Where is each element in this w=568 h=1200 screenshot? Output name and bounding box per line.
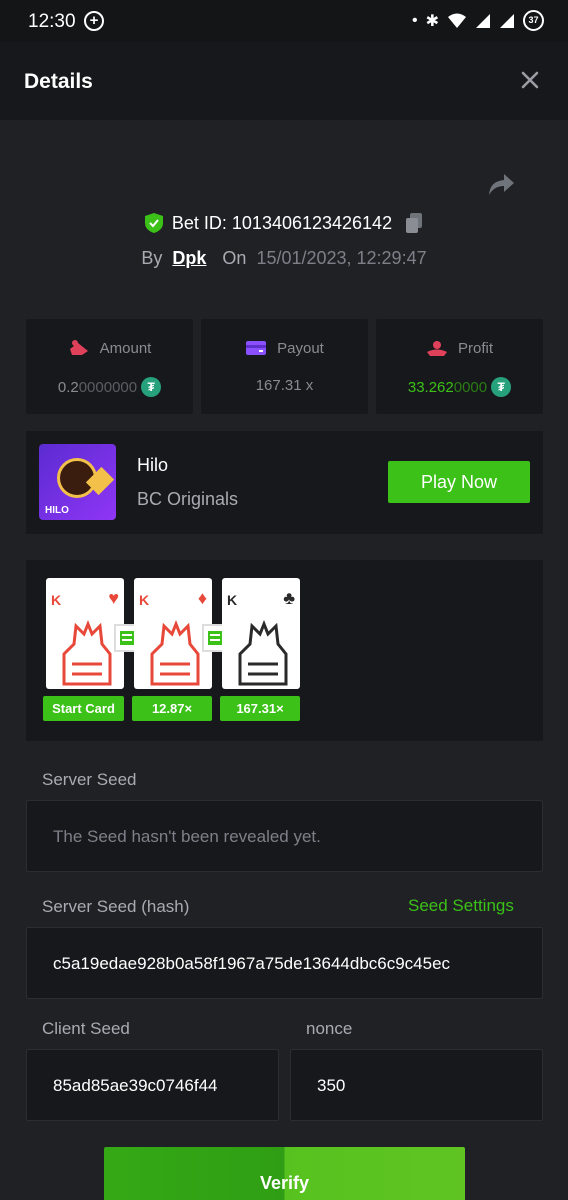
game-name: Hilo (137, 455, 169, 475)
profit-main: 33.262 (407, 378, 454, 396)
card-rank: K (139, 592, 150, 608)
by-label: By (141, 248, 163, 268)
amount-header: Amount (26, 339, 193, 357)
server-seed-label: Server Seed (42, 770, 137, 789)
game-provider: BC Originals (137, 489, 239, 509)
profit-value: 33.2620000 ₮ (376, 377, 543, 397)
playing-card: K ♥ (46, 578, 124, 689)
profit-dim: 0000 (453, 378, 488, 396)
share-icon[interactable] (486, 172, 516, 198)
seed-settings-link[interactable]: Seed Settings (408, 896, 514, 916)
tether-icon: ₮ (141, 377, 162, 397)
server-seed-field: The Seed hasn't been revealed yet. (26, 800, 543, 872)
client-seed-label: Client Seed (42, 1019, 130, 1038)
card-tag: Start Card (43, 696, 124, 721)
signal-icon: • (411, 11, 418, 29)
card-tag: 12.87× (132, 696, 212, 721)
king-figure-icon (62, 619, 112, 686)
amount-card: Amount 0.20000000 ₮ (26, 319, 193, 414)
page-title: Details (24, 70, 93, 93)
nonce-label: nonce (306, 1019, 353, 1038)
game-thumbnail[interactable]: HILO (39, 444, 116, 520)
amount-main: 0.2 (57, 378, 79, 396)
play-now-button[interactable]: Play Now (388, 461, 530, 503)
diamond-suit-icon: ♦ (197, 588, 207, 608)
card-rank: K (227, 592, 238, 608)
bet-author-row: By Dpk On 15/01/2023, 12:29:47 (0, 248, 568, 269)
playing-card: K ♣ (222, 578, 300, 689)
heart-suit-icon: ♥ (108, 588, 119, 608)
payout-card: Payout 167.31 x (201, 319, 368, 414)
tether-icon: ₮ (491, 377, 512, 397)
payout-label: Payout (277, 339, 324, 357)
profit-header: Profit (376, 339, 543, 357)
battery-icon: 37 (523, 10, 544, 31)
bet-id-row: Bet ID: 1013406123426142 (0, 212, 568, 234)
cell-signal-icon (476, 13, 490, 28)
payout-header: Payout (201, 339, 368, 357)
amount-icon (69, 340, 88, 355)
bet-id: Bet ID: 1013406123426142 (171, 212, 393, 233)
user-link[interactable]: Dpk (172, 248, 206, 269)
status-time: 12:30 (28, 11, 76, 32)
client-seed-field[interactable]: 85ad85ae39c0746f44 (26, 1049, 279, 1121)
on-label: On (222, 248, 247, 268)
nonce-field[interactable]: 350 (290, 1049, 543, 1121)
payout-multiplier: 167.31 x (255, 377, 314, 394)
wifi-icon (448, 13, 466, 28)
server-seed-hash-label: Server Seed (hash) (42, 897, 190, 916)
hilo-cards-panel: K ♥ K ♦ K ♣ Start Card 12.87× 167.31× (26, 560, 543, 741)
close-icon[interactable] (516, 66, 544, 94)
details-header: Details (0, 42, 568, 120)
amount-label: Amount (99, 339, 152, 357)
king-figure-icon (238, 619, 288, 686)
profit-card: Profit 33.2620000 ₮ (376, 319, 543, 414)
amount-value: 0.20000000 ₮ (26, 377, 193, 397)
status-icons: • ✱ 37 (412, 10, 544, 31)
cell-signal-icon-2 (500, 13, 514, 28)
verify-button[interactable]: Verify (104, 1147, 465, 1200)
king-figure-icon (150, 619, 200, 686)
card-tag: 167.31× (220, 696, 300, 721)
profit-icon (426, 341, 447, 356)
amount-dim: 0000000 (78, 378, 138, 396)
card-rank: K (51, 592, 62, 608)
status-bar: 12:30 + • ✱ 37 (0, 0, 568, 42)
copy-icon[interactable] (404, 212, 424, 234)
shield-check-icon (144, 213, 163, 233)
bet-date: 15/01/2023, 12:29:47 (256, 248, 427, 268)
club-suit-icon: ♣ (283, 588, 295, 608)
playing-card: K ♦ (134, 578, 212, 689)
wallet-icon (246, 341, 267, 355)
notification-icon: + (84, 11, 104, 31)
server-seed-hash-field[interactable]: c5a19edae928b0a58f1967a75de13644dbc6c9c4… (26, 927, 543, 999)
profit-label: Profit (457, 339, 493, 357)
game-card: HILO Hilo BC Originals Play Now (26, 431, 543, 534)
bluetooth-icon: ✱ (425, 12, 439, 30)
payout-value: 167.31 x (201, 377, 368, 394)
game-thumb-label: HILO (45, 505, 69, 516)
